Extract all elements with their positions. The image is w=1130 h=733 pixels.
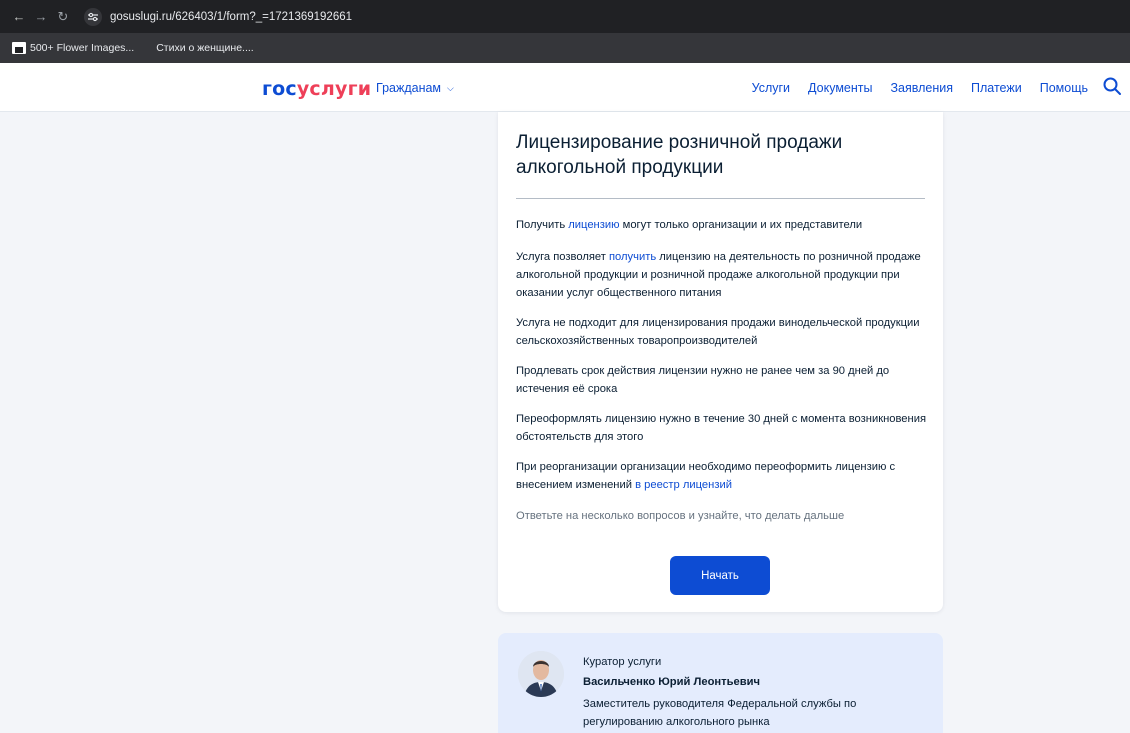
nav-services[interactable]: Услуги bbox=[752, 81, 790, 95]
curator-label: Куратор услуги bbox=[583, 656, 662, 668]
chevron-down-icon: ⌵ bbox=[447, 82, 454, 93]
nav-payments[interactable]: Платежи bbox=[971, 81, 1022, 95]
audience-dropdown[interactable]: Гражданам ⌵ bbox=[376, 81, 454, 95]
bookmark-flower-images[interactable]: 500+ Flower Images... bbox=[12, 42, 134, 54]
site-settings-icon[interactable] bbox=[84, 7, 102, 26]
bookmark-poems[interactable]: Стихи о женщине.... bbox=[156, 42, 254, 54]
hint-text: Ответьте на несколько вопросов и узнайте… bbox=[516, 510, 845, 522]
license-link[interactable]: лицензию bbox=[568, 219, 619, 231]
site-header: госуслуги Гражданам ⌵ Услуги Документы За… bbox=[0, 63, 1130, 112]
back-arrow-icon[interactable]: ← bbox=[8, 9, 30, 24]
page-title: Лицензирование розничной продажи алкогол… bbox=[516, 132, 843, 178]
curator-role: Заместитель руководителя Федеральной слу… bbox=[583, 698, 857, 728]
gosuslugi-logo[interactable]: госуслуги bbox=[262, 78, 371, 100]
info-paragraph: Услуга позволяет получить лицензию на де… bbox=[516, 251, 921, 299]
obtain-link[interactable]: получить bbox=[609, 251, 656, 263]
nav-applications[interactable]: Заявления bbox=[890, 81, 953, 95]
divider bbox=[516, 198, 925, 199]
url-field[interactable]: gosuslugi.ru/626403/1/form?_=17213691926… bbox=[110, 11, 352, 23]
info-paragraph: Услуга не подходит для лицензирования пр… bbox=[516, 317, 920, 347]
bookmarks-bar: 500+ Flower Images... Стихи о женщине...… bbox=[0, 33, 1130, 63]
nav-documents[interactable]: Документы bbox=[808, 81, 872, 95]
info-paragraph: Получить лицензию могут только организац… bbox=[516, 219, 863, 231]
reload-icon[interactable]: ↻ bbox=[52, 9, 74, 25]
browser-address-bar: ← → ↻ gosuslugi.ru/626403/1/form?_=17213… bbox=[0, 0, 1130, 33]
forward-arrow-icon[interactable]: → bbox=[30, 9, 52, 24]
info-paragraph: Продлевать срок действия лицензии нужно … bbox=[516, 365, 890, 395]
service-card: Лицензирование розничной продажи алкогол… bbox=[498, 112, 943, 612]
info-paragraph: При реорганизации организации необходимо… bbox=[516, 461, 896, 491]
license-registry-link[interactable]: в реестр лицензий bbox=[635, 479, 732, 491]
image-icon bbox=[12, 42, 26, 54]
start-button[interactable]: Начать bbox=[670, 556, 770, 595]
nav-help[interactable]: Помощь bbox=[1040, 81, 1088, 95]
info-paragraph: Переоформлять лицензию нужно в течение 3… bbox=[516, 413, 927, 443]
curator-card: Куратор услуги Васильченко Юрий Леонтьев… bbox=[498, 633, 943, 733]
top-navigation: Услуги Документы Заявления Платежи Помощ… bbox=[734, 81, 1088, 95]
search-icon[interactable] bbox=[1102, 76, 1122, 96]
avatar bbox=[518, 651, 564, 697]
curator-name: Васильченко Юрий Леонтьевич bbox=[583, 676, 760, 688]
